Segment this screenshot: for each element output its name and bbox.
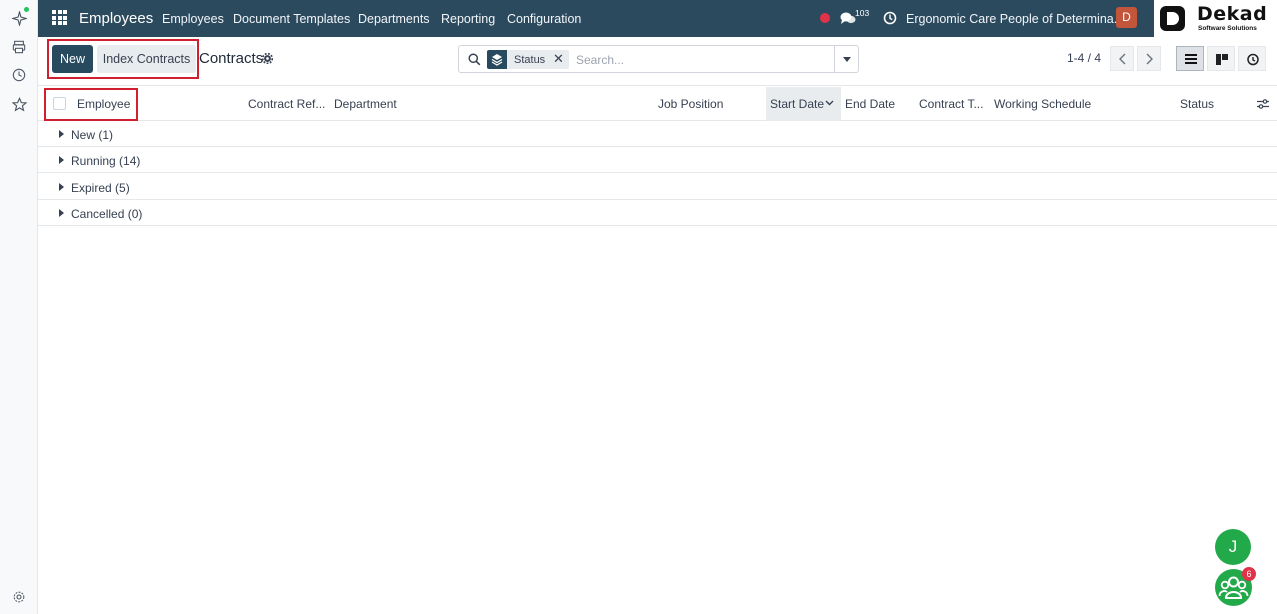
chat-count-badge: 103	[855, 8, 870, 18]
company-switcher[interactable]: Ergonomic Care People of Determina...	[906, 12, 1124, 26]
pager-next-button[interactable]	[1137, 46, 1161, 71]
pager-previous-button[interactable]	[1110, 46, 1134, 71]
list-view-icon	[1185, 54, 1197, 64]
group-label: Expired (5)	[71, 181, 130, 195]
search-icon	[468, 53, 481, 66]
list-view-button[interactable]	[1176, 46, 1204, 71]
column-employee[interactable]: Employee	[77, 97, 130, 111]
column-end-date[interactable]: End Date	[845, 97, 895, 111]
team-badge-count: 6	[1242, 567, 1256, 581]
new-button[interactable]: New	[52, 45, 93, 73]
caret-right-icon	[59, 183, 64, 191]
layers-icon	[487, 50, 507, 69]
column-start-date[interactable]: Start Date	[770, 97, 824, 111]
facet-remove-icon[interactable]: ✕	[553, 51, 564, 67]
left-rail	[0, 0, 38, 614]
logo-tagline: Software Solutions	[1198, 25, 1257, 32]
search-bar[interactable]: Status ✕ Search...	[458, 45, 859, 73]
menu-configuration[interactable]: Configuration	[507, 12, 581, 26]
group-label: Running (14)	[71, 154, 141, 168]
column-job-position[interactable]: Job Position	[658, 97, 723, 111]
facet-label: Status	[514, 54, 546, 66]
app-brand[interactable]: Employees	[79, 10, 153, 27]
caret-right-icon	[59, 130, 64, 138]
user-avatar[interactable]: D	[1116, 7, 1137, 28]
search-options-toggle[interactable]	[834, 46, 858, 72]
group-row-cancelled[interactable]: Cancelled (0)	[38, 200, 1277, 226]
column-contract-type[interactable]: Contract T...	[919, 97, 983, 111]
kanban-view-icon	[1216, 54, 1228, 65]
group-label: Cancelled (0)	[71, 207, 143, 221]
activity-clock-icon	[1247, 53, 1259, 66]
activity-clock-icon[interactable]	[883, 11, 897, 25]
top-navbar: Employees Employees Document Templates D…	[38, 0, 1277, 37]
column-contract-ref[interactable]: Contract Ref...	[248, 97, 325, 111]
activity-view-button[interactable]	[1238, 46, 1266, 71]
group-row-expired[interactable]: Expired (5)	[38, 174, 1277, 200]
status-facet[interactable]: Status ✕	[487, 50, 569, 69]
column-department[interactable]: Department	[334, 97, 397, 111]
column-status[interactable]: Status	[1180, 97, 1214, 111]
search-input[interactable]: Search...	[576, 53, 624, 67]
caret-down-icon	[843, 57, 851, 62]
apps-grid-icon[interactable]	[52, 10, 67, 25]
group-label: New (1)	[71, 128, 114, 142]
dekad-logo: Dekad Software Solutions	[1154, 0, 1277, 37]
optional-columns-icon[interactable]	[1256, 98, 1270, 110]
user-chat-bubble[interactable]: J	[1215, 529, 1251, 565]
star-icon[interactable]	[10, 95, 28, 113]
pager-value[interactable]: 1-4 / 4	[1067, 51, 1101, 65]
caret-right-icon	[59, 156, 64, 164]
settings-gear-icon[interactable]	[10, 588, 28, 606]
caret-right-icon	[59, 209, 64, 217]
dekad-logo-mark	[1160, 6, 1185, 31]
sort-chevron-down-icon	[825, 100, 834, 106]
chat-bubbles-icon[interactable]	[840, 11, 856, 25]
printer-icon[interactable]	[10, 38, 28, 56]
page-title: Contracts	[199, 50, 264, 67]
menu-departments[interactable]: Departments	[358, 12, 430, 26]
select-all-checkbox[interactable]	[53, 97, 66, 110]
column-working-schedule[interactable]: Working Schedule	[994, 97, 1091, 111]
group-row-new[interactable]: New (1)	[38, 121, 1277, 147]
sparkle-icon[interactable]	[10, 7, 29, 27]
group-row-running[interactable]: Running (14)	[38, 147, 1277, 173]
menu-employees[interactable]: Employees	[162, 12, 224, 26]
actions-gear-icon[interactable]	[261, 52, 274, 65]
chevron-left-icon	[1119, 53, 1126, 65]
kanban-view-button[interactable]	[1207, 46, 1235, 71]
menu-reporting[interactable]: Reporting	[441, 12, 495, 26]
clock-icon[interactable]	[10, 66, 28, 84]
status-dot-icon	[820, 13, 830, 23]
chevron-right-icon	[1146, 53, 1153, 65]
logo-name: Dekad	[1197, 3, 1268, 25]
index-contracts-button[interactable]: Index Contracts	[97, 45, 196, 73]
menu-document-templates[interactable]: Document Templates	[233, 12, 350, 26]
